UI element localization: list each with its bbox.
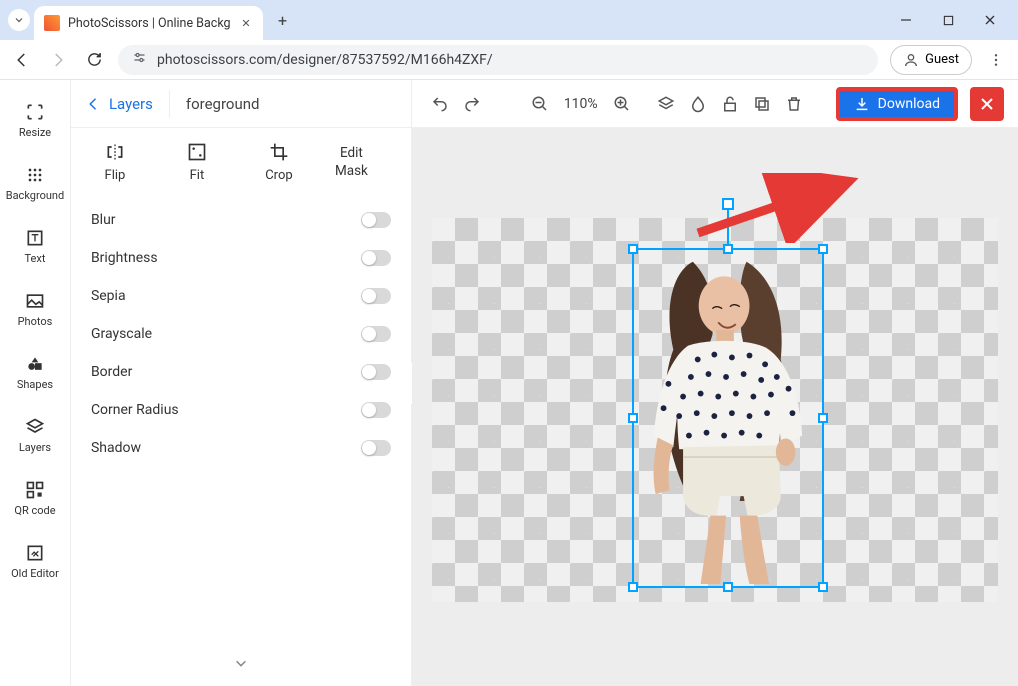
window-maximize-button[interactable] [936, 8, 960, 32]
duplicate-button[interactable] [748, 90, 776, 118]
option-border[interactable]: Border [91, 353, 391, 391]
breadcrumb-current: foreground [186, 95, 260, 113]
site-settings-icon[interactable] [132, 50, 147, 69]
toggle-corner-radius[interactable] [361, 402, 391, 418]
browser-tab[interactable]: PhotoScissors | Online Backg [34, 6, 263, 40]
lock-button[interactable] [716, 90, 744, 118]
foreground-subject[interactable] [636, 252, 820, 584]
tab-list-button[interactable] [8, 9, 30, 31]
option-sepia[interactable]: Sepia [91, 277, 391, 315]
options-list: Blur Brightness Sepia Grayscale Border C… [71, 197, 411, 471]
zoom-out-button[interactable] [526, 90, 554, 118]
canvas-stage[interactable] [412, 128, 1018, 686]
layers-icon-button[interactable] [652, 90, 680, 118]
delete-button[interactable] [780, 90, 808, 118]
guest-profile-button[interactable]: Guest [890, 45, 972, 75]
window-controls [884, 0, 1012, 40]
selection-box[interactable] [632, 248, 824, 588]
tab-favicon [44, 15, 60, 31]
tab-title: PhotoScissors | Online Backg [68, 16, 231, 31]
rail-qrcode[interactable]: QR code [0, 474, 70, 523]
rail-background[interactable]: Background [0, 159, 70, 208]
option-shadow[interactable]: Shadow [91, 429, 391, 467]
side-panel: Layers foreground Flip Fit Crop [71, 80, 412, 686]
toggle-shadow[interactable] [361, 440, 391, 456]
browser-address-bar: photoscissors.com/designer/87537592/M166… [0, 40, 1018, 80]
zoom-in-button[interactable] [608, 90, 636, 118]
option-corner-radius[interactable]: Corner Radius [91, 391, 391, 429]
download-icon [854, 96, 870, 112]
option-brightness[interactable]: Brightness [91, 239, 391, 277]
panel-header: Layers foreground [71, 80, 411, 128]
tool-edit-mask[interactable]: Edit Mask [335, 142, 368, 183]
handle-s[interactable] [723, 582, 733, 592]
left-rail: Resize Background Text Photos Shapes Lay… [0, 80, 71, 686]
canvas-checkerboard [432, 218, 998, 602]
option-blur[interactable]: Blur [91, 201, 391, 239]
tool-row: Flip Fit Crop Edit Mask [71, 128, 411, 197]
redo-button[interactable] [458, 90, 486, 118]
handle-nw[interactable] [628, 244, 638, 254]
browser-menu-button[interactable] [984, 48, 1008, 72]
new-tab-button[interactable]: + [269, 6, 297, 34]
zoom-value[interactable]: 110% [558, 96, 604, 112]
canvas-toolbar: 110% Download [412, 80, 1018, 128]
layers-back-link[interactable]: Layers [85, 95, 153, 113]
rail-text[interactable]: Text [0, 222, 70, 271]
rail-resize[interactable]: Resize [0, 96, 70, 145]
rail-photos[interactable]: Photos [0, 285, 70, 334]
toggle-blur[interactable] [361, 212, 391, 228]
nav-reload-button[interactable] [82, 48, 106, 72]
window-close-button[interactable] [978, 8, 1002, 32]
handle-sw[interactable] [628, 582, 638, 592]
undo-button[interactable] [426, 90, 454, 118]
tool-fit[interactable]: Fit [171, 142, 223, 183]
rail-shapes[interactable]: Shapes [0, 348, 70, 397]
download-button[interactable]: Download [836, 87, 958, 121]
browser-tab-bar: PhotoScissors | Online Backg + [0, 0, 1018, 40]
handle-e[interactable] [818, 413, 828, 423]
option-grayscale[interactable]: Grayscale [91, 315, 391, 353]
url-field[interactable]: photoscissors.com/designer/87537592/M166… [118, 45, 878, 75]
handle-w[interactable] [628, 413, 638, 423]
close-canvas-button[interactable] [970, 87, 1004, 121]
handle-n[interactable] [723, 244, 733, 254]
tool-flip[interactable]: Flip [89, 142, 141, 183]
toggle-grayscale[interactable] [361, 326, 391, 342]
divider [169, 90, 170, 118]
handle-ne[interactable] [818, 244, 828, 254]
handle-se[interactable] [818, 582, 828, 592]
rail-old-editor[interactable]: Old Editor [0, 537, 70, 586]
toggle-sepia[interactable] [361, 288, 391, 304]
rotate-handle[interactable] [722, 198, 734, 210]
url-text: photoscissors.com/designer/87537592/M166… [157, 52, 864, 68]
toggle-border[interactable] [361, 364, 391, 380]
canvas-area: 110% Download [412, 80, 1018, 686]
panel-scroll-down[interactable] [234, 656, 248, 674]
nav-back-button[interactable] [10, 48, 34, 72]
guest-label: Guest [925, 52, 959, 67]
rail-layers[interactable]: Layers [0, 411, 70, 460]
tab-close-button[interactable] [239, 16, 253, 30]
opacity-button[interactable] [684, 90, 712, 118]
tool-crop[interactable]: Crop [253, 142, 305, 183]
window-minimize-button[interactable] [894, 8, 918, 32]
nav-forward-button[interactable] [46, 48, 70, 72]
toggle-brightness[interactable] [361, 250, 391, 266]
